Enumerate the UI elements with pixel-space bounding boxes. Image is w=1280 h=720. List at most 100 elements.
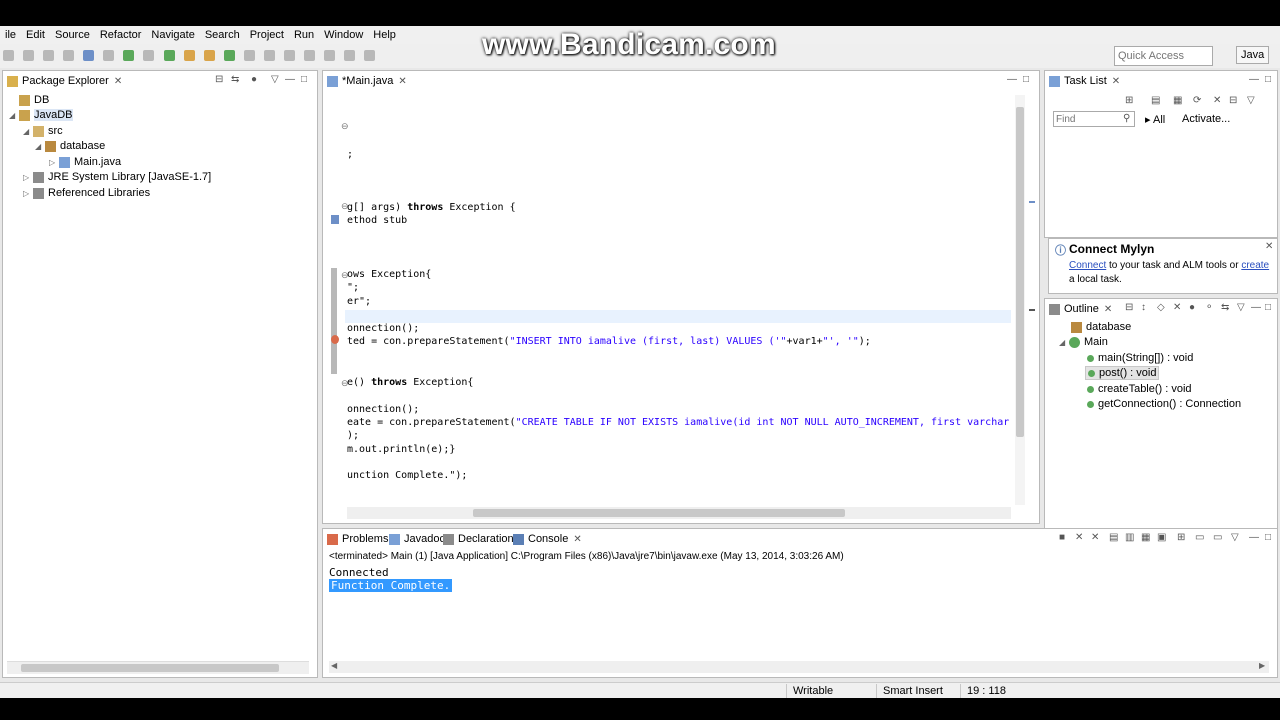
outline-item-getconnection[interactable]: getConnection() : Connection <box>1087 398 1241 410</box>
horizontal-scrollbar[interactable]: ◀ ▶ <box>329 661 1269 673</box>
collapse-all-icon[interactable]: ⊟ <box>1125 302 1133 313</box>
code-line[interactable]: ; <box>347 149 353 160</box>
clear-console-icon[interactable]: ▤ <box>1109 532 1118 543</box>
expand-down-icon[interactable]: ◢ <box>35 142 45 151</box>
focus-icon[interactable]: ● <box>251 74 257 85</box>
close-icon[interactable]: ✕ <box>1265 241 1273 252</box>
show-stdout-icon[interactable]: ▦ <box>1141 532 1150 543</box>
next-annotation-icon[interactable] <box>283 50 295 61</box>
hide-fields-icon[interactable]: ◇ <box>1157 302 1165 313</box>
horizontal-scrollbar[interactable] <box>347 507 1011 519</box>
save-icon[interactable] <box>23 50 35 61</box>
save-all-icon[interactable] <box>43 50 55 61</box>
horizontal-scrollbar[interactable] <box>7 661 309 674</box>
maximize-icon[interactable]: □ <box>1265 302 1271 313</box>
tab-task-list[interactable]: Task List ✕ <box>1049 71 1120 91</box>
last-edit-icon[interactable] <box>324 50 335 61</box>
expand-right-icon[interactable]: ▷ <box>23 173 33 182</box>
maximize-icon[interactable]: □ <box>1023 74 1029 85</box>
outline-item-main-method[interactable]: main(String[]) : void <box>1087 352 1193 364</box>
expand-right-icon[interactable]: ▷ <box>23 189 33 198</box>
code-line[interactable]: ows Exception{ <box>347 269 431 280</box>
tab-javadoc[interactable]: Javadoc <box>389 529 445 549</box>
menu-refactor[interactable]: Refactor <box>95 29 147 41</box>
tab-problems[interactable]: Problems <box>327 529 388 549</box>
code-line-current[interactable]: ted = con.prepareStatement("INSERT INTO … <box>347 336 871 347</box>
hide-static-icon[interactable]: ✕ <box>1173 302 1181 313</box>
ruler-marker[interactable] <box>1029 201 1035 203</box>
vertical-scrollbar[interactable] <box>1015 95 1025 505</box>
connect-link[interactable]: Connect <box>1069 260 1106 271</box>
quick-access-input[interactable] <box>1114 46 1213 66</box>
code-line[interactable]: ); <box>347 430 359 441</box>
code-line[interactable]: m.out.println(e);} <box>347 444 455 455</box>
view-menu-icon[interactable]: ▽ <box>271 74 279 85</box>
menu-help[interactable]: Help <box>368 29 401 41</box>
menu-file[interactable]: ile <box>0 29 21 41</box>
open-type-icon[interactable] <box>243 50 255 61</box>
menu-window[interactable]: Window <box>319 29 368 41</box>
menu-run[interactable]: Run <box>289 29 319 41</box>
view-menu-icon[interactable]: ▽ <box>1247 95 1255 106</box>
code-line[interactable]: onnection(); <box>347 404 419 415</box>
new-java-project-icon[interactable] <box>183 50 195 61</box>
scrollbar-thumb[interactable] <box>473 509 845 517</box>
new-console-icon[interactable]: ▭ <box>1213 532 1222 543</box>
tab-console[interactable]: Console ✕ <box>513 529 582 549</box>
prev-annotation-icon[interactable] <box>303 50 315 61</box>
create-link[interactable]: create <box>1241 260 1269 271</box>
close-icon[interactable]: ✕ <box>573 534 581 545</box>
scroll-left-icon[interactable]: ◀ <box>331 661 337 670</box>
console-output-line[interactable]: Connected <box>329 566 389 579</box>
code-line[interactable]: ethod stub <box>347 215 407 226</box>
tab-declaration[interactable]: Declaration <box>443 529 514 549</box>
sort-icon[interactable]: ↕ <box>1141 302 1146 313</box>
print-icon[interactable] <box>63 50 75 61</box>
remove-launch-icon[interactable]: ✕ <box>1075 532 1083 543</box>
maximize-icon[interactable]: □ <box>301 74 307 85</box>
minimize-icon[interactable]: — <box>1251 302 1261 313</box>
remove-all-icon[interactable]: ✕ <box>1091 532 1099 543</box>
code-line[interactable]: eate = con.prepareStatement("CREATE TABL… <box>347 417 1009 428</box>
filter-all-link[interactable]: ▸ All <box>1145 113 1165 126</box>
overview-ruler[interactable] <box>1027 95 1037 505</box>
tree-item-db[interactable]: DB <box>19 94 49 106</box>
tree-item-javadb[interactable]: ◢ JavaDB <box>9 109 73 121</box>
hide-nonpublic-icon[interactable]: ● <box>1189 302 1195 313</box>
code-line[interactable]: "; <box>347 282 359 293</box>
tree-item-main-java[interactable]: ▷ Main.java <box>49 156 121 168</box>
minimize-icon[interactable]: — <box>1007 74 1017 85</box>
terminate-icon[interactable]: ■ <box>1059 532 1065 543</box>
scrollbar-thumb[interactable] <box>21 664 279 672</box>
code-line[interactable]: e() throws Exception{ <box>347 377 473 388</box>
minimize-icon[interactable]: — <box>1249 74 1259 85</box>
expand-right-icon[interactable]: ▷ <box>49 158 59 167</box>
close-icon[interactable]: ✕ <box>398 76 406 87</box>
fold-icon[interactable]: ⊖ <box>341 121 349 132</box>
tab-outline[interactable]: Outline ✕ <box>1049 299 1112 319</box>
menu-edit[interactable]: Edit <box>21 29 50 41</box>
outline-item-database[interactable]: database <box>1071 321 1131 333</box>
outline-item-createtable[interactable]: createTable() : void <box>1087 383 1192 395</box>
expand-down-icon[interactable]: ◢ <box>1059 338 1069 347</box>
menu-search[interactable]: Search <box>200 29 245 41</box>
maximize-icon[interactable]: □ <box>1265 74 1271 85</box>
new-icon[interactable] <box>3 50 14 61</box>
code-line[interactable]: onnection(); <box>347 323 419 334</box>
tree-item-database[interactable]: ◢ database <box>35 140 105 152</box>
menu-source[interactable]: Source <box>50 29 95 41</box>
view-menu-icon[interactable]: ▽ <box>1237 302 1245 313</box>
link-editor-icon[interactable]: ⇆ <box>1221 302 1229 313</box>
code-line[interactable]: g[] args) throws Exception { <box>347 202 516 213</box>
code-line[interactable]: er"; <box>347 296 371 307</box>
external-tools-icon[interactable] <box>163 50 175 61</box>
collapse-all-icon[interactable]: ⊟ <box>215 74 223 85</box>
menu-project[interactable]: Project <box>245 29 289 41</box>
error-marker-icon[interactable] <box>331 335 339 344</box>
forward-icon[interactable] <box>364 50 376 61</box>
perspective-java-button[interactable]: Java <box>1236 46 1270 64</box>
search-icon[interactable]: ⚲ <box>1123 113 1130 124</box>
expand-down-icon[interactable]: ◢ <box>9 111 19 120</box>
open-console-icon[interactable]: ⊞ <box>1177 532 1185 543</box>
view-menu-icon[interactable]: ▽ <box>1231 532 1239 543</box>
